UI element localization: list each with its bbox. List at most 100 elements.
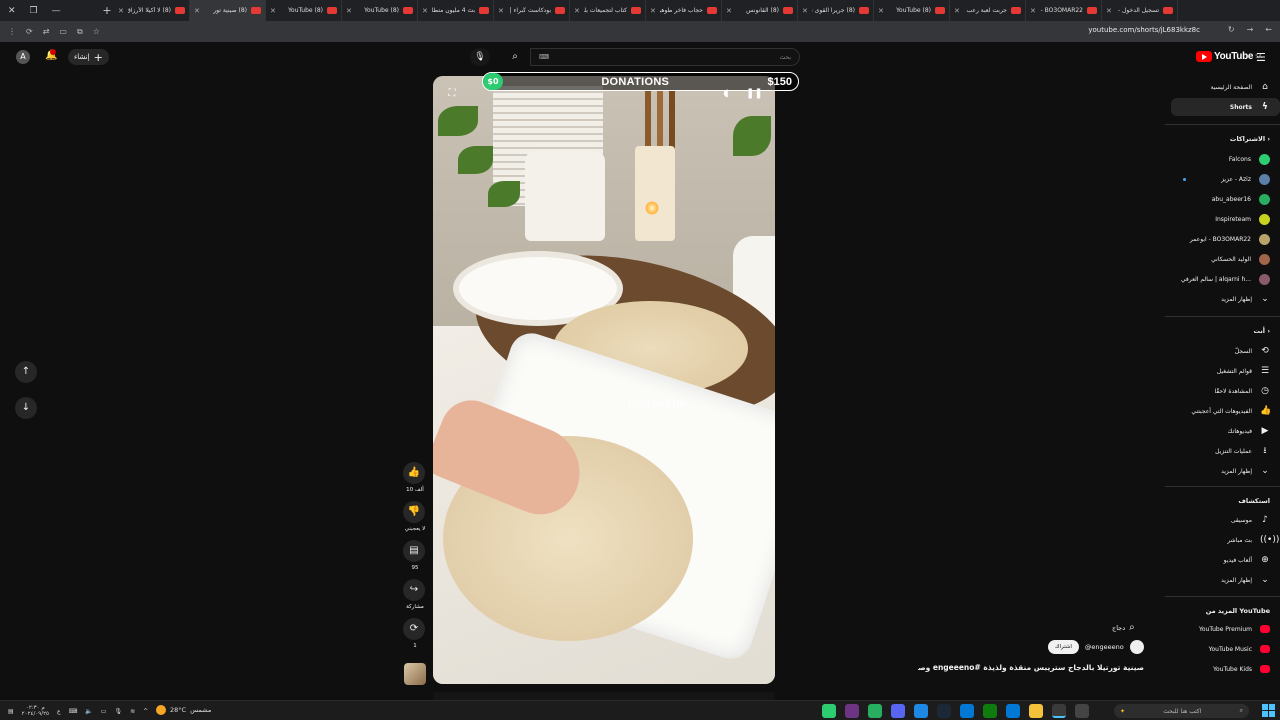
close-tab-icon[interactable]: ✕	[802, 7, 808, 15]
browser-tab[interactable]: ✕(8) لا أكيلا الأرزاق جا	[114, 0, 190, 21]
close-tab-icon[interactable]: ✕	[270, 7, 276, 15]
browser-tab[interactable]: ✕ بث 4 مليون متطا	[418, 0, 494, 21]
close-tab-icon[interactable]: ✕	[574, 7, 580, 15]
tray-chevron-icon[interactable]: ^	[143, 708, 148, 715]
browser-tab[interactable]: ✕ بودكاست كُبراء |	[494, 0, 570, 21]
thumb-up-icon[interactable]: 👍	[403, 462, 425, 484]
sidebar-youtube-product[interactable]: YouTube Premium	[1171, 620, 1280, 638]
shorts-video-player[interactable]	[433, 76, 775, 684]
sidebar-item[interactable]: المشاهدة لاحقًا ◷	[1171, 382, 1280, 400]
task-view-icon[interactable]	[1075, 704, 1089, 718]
previous-short-button[interactable]: ↑	[15, 361, 37, 383]
browser-tab[interactable]: ✕ (8) YouTube	[342, 0, 418, 21]
dislike-action[interactable]: 👎 لا يعجبني	[403, 501, 427, 532]
share-icon[interactable]: ↪	[403, 579, 425, 601]
sidebar-item[interactable]: السجلّ ⟲	[1171, 342, 1280, 360]
close-tab-icon[interactable]: ✕	[118, 7, 124, 15]
fullscreen-icon[interactable]: ⛶	[444, 88, 460, 102]
wifi-icon[interactable]: ≋	[130, 708, 135, 715]
sidebar-channel[interactable]: سالم العرفي | alqarni h...	[1171, 270, 1280, 288]
channel-handle[interactable]: @engeeeno	[1085, 643, 1124, 651]
steam-icon[interactable]	[937, 704, 951, 718]
microphone-icon[interactable]: 🎙	[114, 708, 122, 715]
extension-icon-2[interactable]: ⇄	[43, 27, 50, 36]
search-input[interactable]: ⌨ بحث	[530, 48, 800, 66]
browser-tab[interactable]: ✕ (8) YouTube	[266, 0, 342, 21]
taskbar-search[interactable]: ✦ اكتب هنا للبحث ⌕	[1114, 704, 1249, 718]
close-tab-icon[interactable]: ✕	[1030, 7, 1036, 15]
speaker-icon[interactable]: 🔈	[85, 708, 92, 715]
browser-tab[interactable]: ✕ (8) القانونس	[722, 0, 798, 21]
browser-tab[interactable]: ✕ BO3OMAR22 -	[1026, 0, 1102, 21]
restore-window-icon[interactable]: ❐	[30, 6, 38, 16]
app-icon-7[interactable]	[960, 704, 974, 718]
xbox-icon[interactable]	[983, 704, 997, 718]
video-title[interactable]: صينية تورتيلا بالدجاج ستريبس منقذة ولذيذ…	[918, 663, 1144, 672]
clock[interactable]: م ٠٢:٣٠ ٢٠٢٤/٠٩/٢٥	[22, 705, 49, 717]
weather-widget[interactable]: 28°C مشمس	[156, 705, 211, 715]
sidebar-channel[interactable]: Inspireteam	[1171, 210, 1280, 228]
close-window-icon[interactable]: ✕	[8, 6, 16, 16]
store-icon[interactable]	[1006, 704, 1020, 718]
close-tab-icon[interactable]: ✕	[194, 7, 200, 15]
notifications-icon[interactable]: 🔔	[45, 49, 57, 61]
audio-source-thumbnail[interactable]	[404, 663, 426, 685]
search-icon[interactable]: ⌕	[502, 48, 528, 66]
app-icon-3[interactable]	[868, 704, 882, 718]
close-tab-icon[interactable]: ✕	[878, 7, 884, 15]
app-icon-5[interactable]	[914, 704, 928, 718]
browser-tab[interactable]: ✕ (8) صينية تور	[190, 0, 266, 21]
close-tab-icon[interactable]: ✕	[422, 7, 428, 15]
sidebar-channel[interactable]: عزيز - Aziz	[1171, 170, 1280, 188]
app-icon-obs[interactable]	[845, 704, 859, 718]
close-tab-icon[interactable]: ✕	[650, 7, 656, 15]
sidebar-item[interactable]: موسيقى ♪	[1171, 511, 1280, 529]
sidebar-item-shorts[interactable]: Shorts ϟ	[1171, 98, 1280, 116]
sidebar-item[interactable]: ألعاب فيديو ⊕	[1171, 551, 1280, 569]
sidebar-item[interactable]: قوائم التشغيل ☰	[1171, 362, 1280, 380]
menu-dots-icon[interactable]: ⋮	[8, 27, 16, 36]
comments-action[interactable]: ▤ 95	[403, 540, 427, 571]
channel-avatar[interactable]	[1129, 640, 1144, 654]
comment-icon[interactable]: ▤	[403, 540, 425, 562]
language-indicator[interactable]: ع	[57, 708, 61, 715]
discord-icon[interactable]	[891, 704, 905, 718]
like-action[interactable]: 👍 10 ألف	[403, 462, 427, 493]
browser-tab[interactable]: ✕ (8) YouTube	[874, 0, 950, 21]
sidebar-channel[interactable]: abu_abeer16	[1171, 190, 1280, 208]
share-action[interactable]: ↪ مشاركة	[403, 579, 427, 610]
volume-icon[interactable]: ◖	[718, 88, 734, 102]
browser-tab[interactable]: ✕ كتاب لتجميعات بلد	[570, 0, 646, 21]
remix-icon[interactable]: ⟳	[403, 618, 425, 640]
network-icon[interactable]: ▭	[101, 708, 107, 715]
close-tab-icon[interactable]: ✕	[346, 7, 352, 15]
next-short-button[interactable]: ↓	[15, 397, 37, 419]
close-tab-icon[interactable]: ✕	[726, 7, 732, 15]
sidebar-item[interactable]: عمليات التنزيل ⭳	[1171, 442, 1280, 460]
extension-icon[interactable]: ⟳	[26, 27, 33, 36]
copy-icon[interactable]: ⧉	[77, 27, 83, 37]
pause-icon[interactable]: ❚❚	[746, 88, 763, 102]
sidebar-item[interactable]: فيديوهاتك ▶	[1171, 422, 1280, 440]
star-icon[interactable]: ☆	[93, 27, 100, 36]
browser-tab[interactable]: ✕ تسجيل الدخول -	[1102, 0, 1178, 21]
sidebar-show-more[interactable]: إظهار المزيد ⌄	[1171, 290, 1280, 308]
search-suggestion[interactable]: دجاج ⌕	[1112, 622, 1135, 633]
chrome-icon[interactable]	[1052, 704, 1066, 718]
reload-icon[interactable]: ↻	[1228, 25, 1235, 34]
close-tab-icon[interactable]: ✕	[954, 7, 960, 15]
browser-tab[interactable]: ✕ حجاب فاخر طوهر	[646, 0, 722, 21]
sidebar-show-more[interactable]: إظهار المزيد ⌄	[1171, 571, 1280, 589]
sidebar-item[interactable]: الفيديوهات التي أعجبتني 👍	[1171, 402, 1280, 420]
subscribe-button[interactable]: اشتراك	[1048, 640, 1079, 654]
close-tab-icon[interactable]: ✕	[498, 7, 504, 15]
sidebar-channel[interactable]: ابوعمر - BO3OMAR22	[1171, 230, 1280, 248]
keyboard-icon[interactable]: ⌨	[539, 53, 549, 61]
app-icon-1[interactable]	[822, 704, 836, 718]
sidebar-youtube-product[interactable]: YouTube Kids	[1171, 660, 1280, 678]
you-heading[interactable]: أنت ›	[1253, 327, 1270, 335]
player-progress-bar[interactable]	[433, 692, 775, 700]
notifications-center-icon[interactable]: ▤	[8, 708, 14, 715]
file-explorer-icon[interactable]	[1029, 704, 1043, 718]
subscriptions-heading[interactable]: الاشتراكات ›	[1230, 135, 1270, 143]
